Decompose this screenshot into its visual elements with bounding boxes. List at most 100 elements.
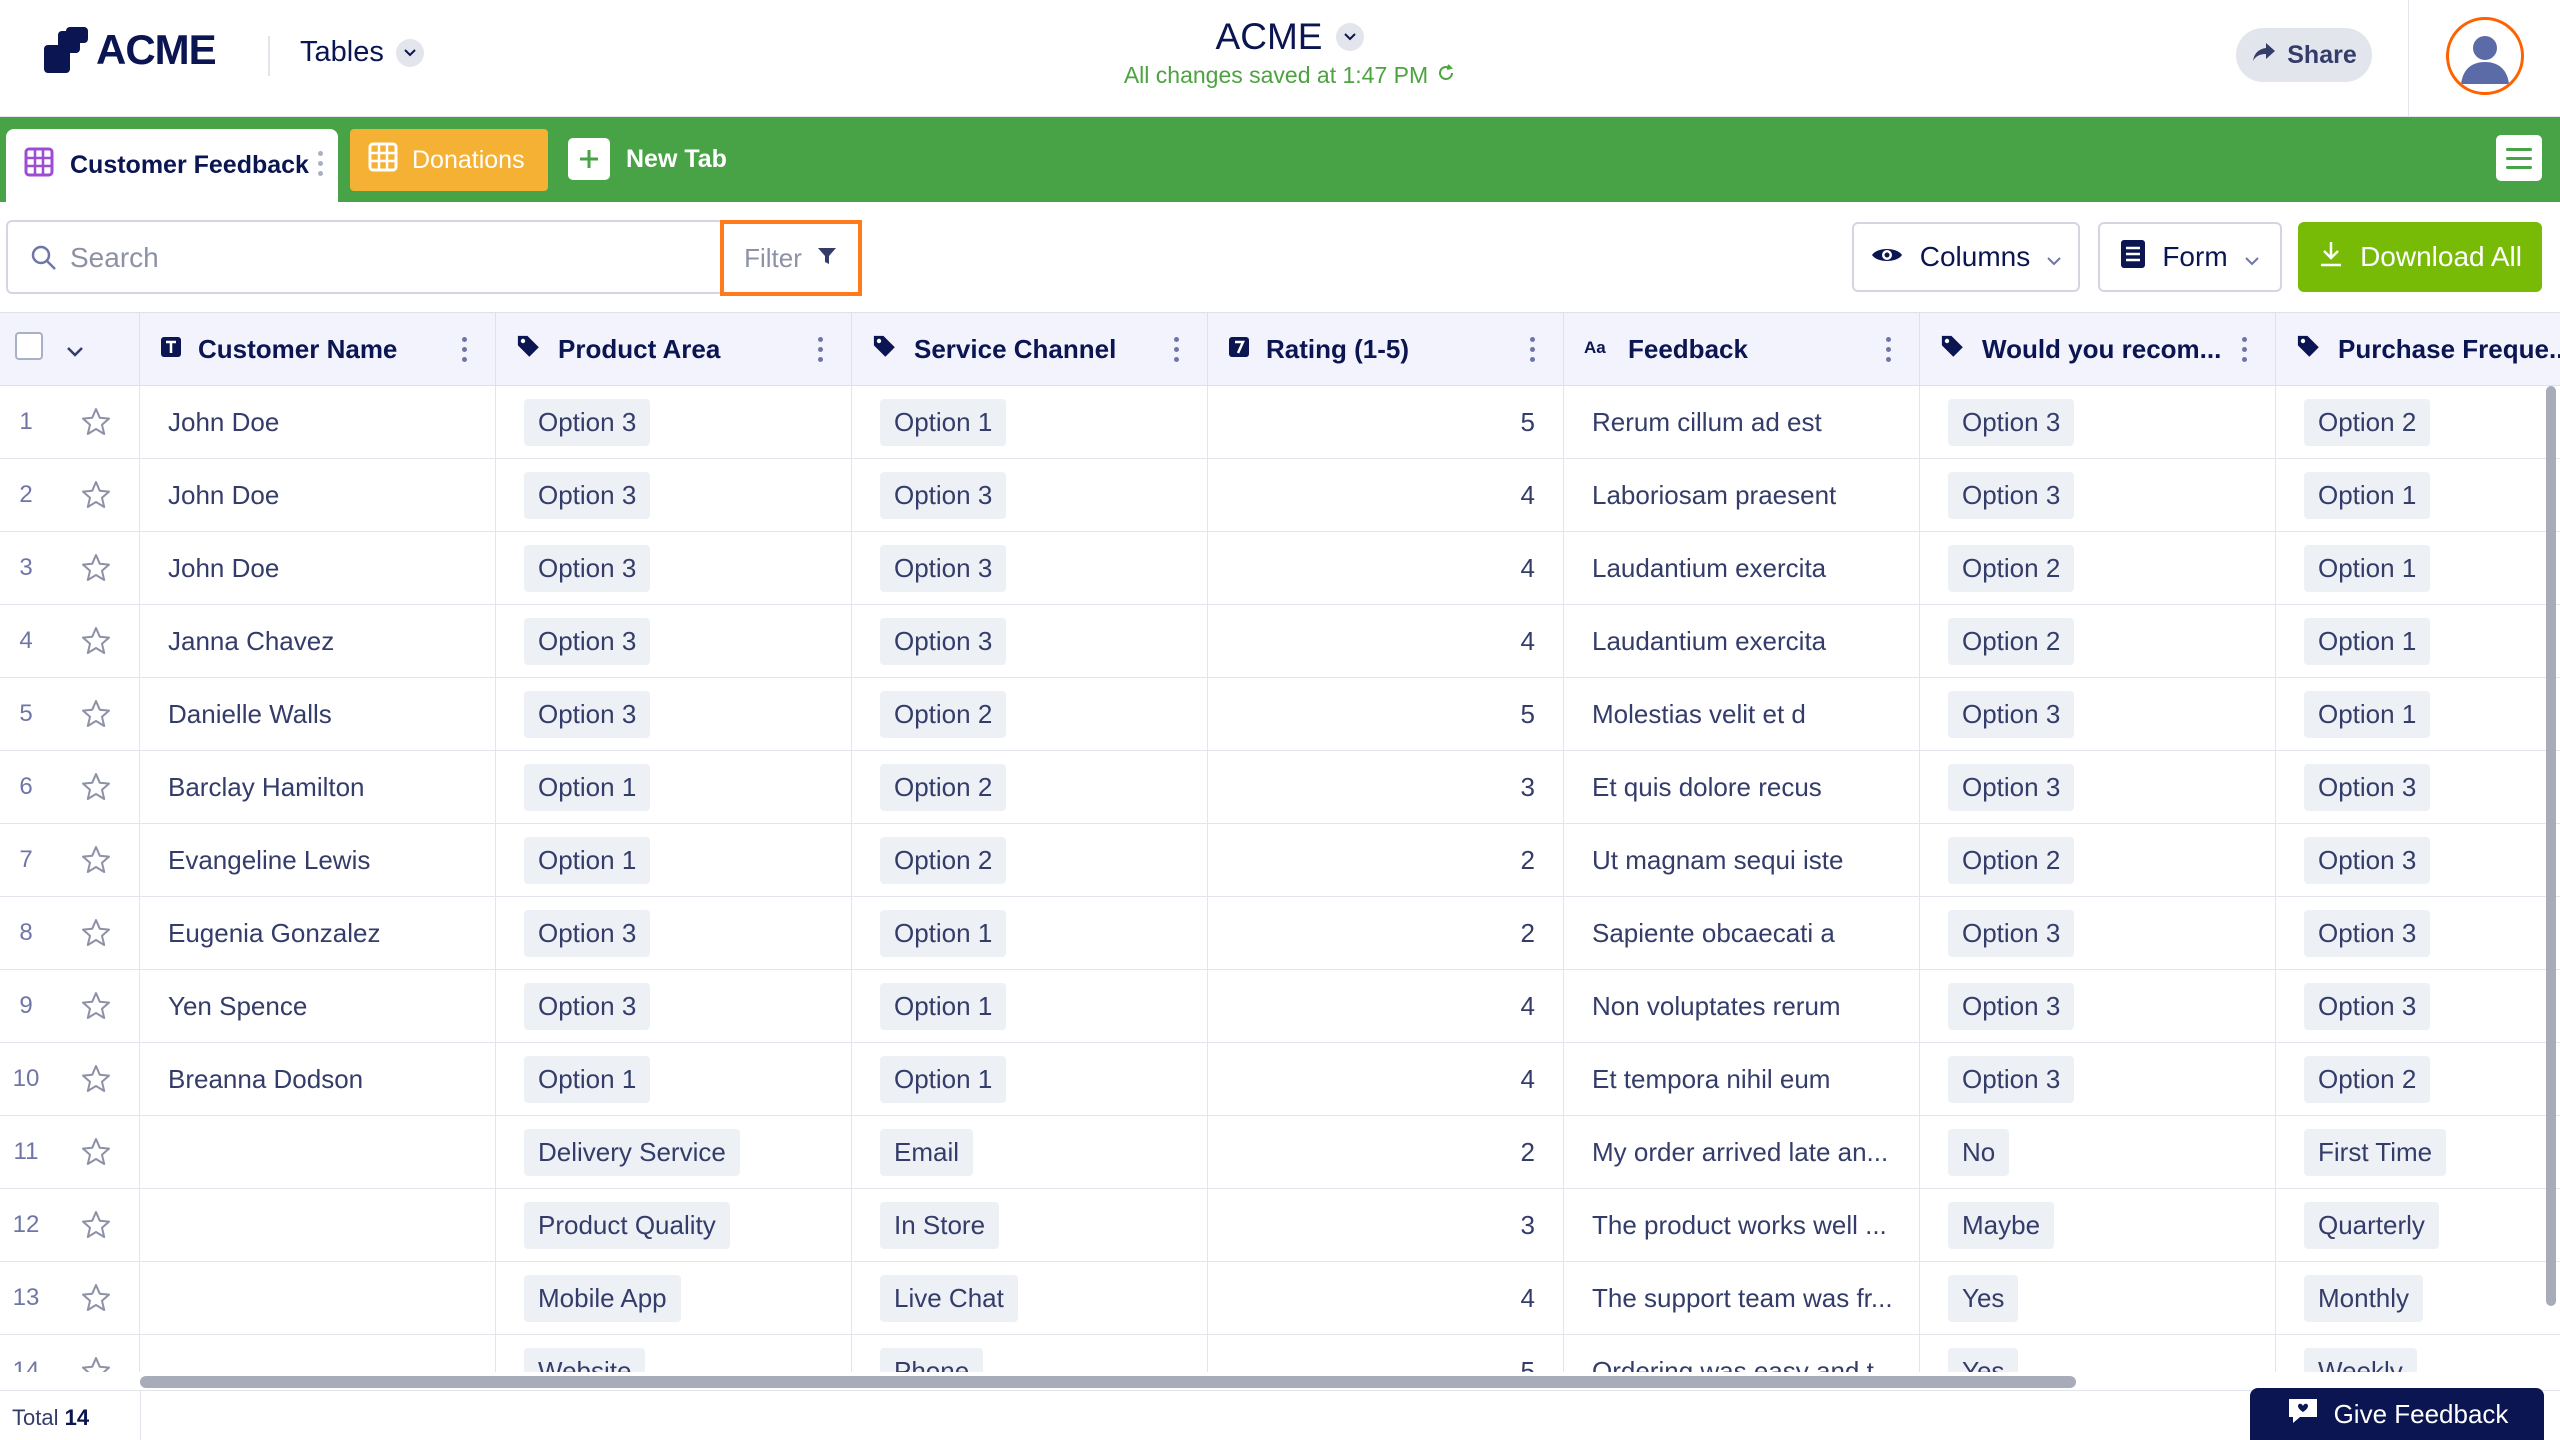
- column-header[interactable]: Would you recom...: [1920, 313, 2276, 385]
- new-tab-button[interactable]: New Tab: [568, 137, 727, 181]
- cell-name[interactable]: [140, 1335, 496, 1372]
- cell-area[interactable]: Mobile App: [496, 1262, 852, 1334]
- cell-recommend[interactable]: Option 3: [1920, 386, 2276, 458]
- table-row[interactable]: 3 John Doe Option 3 Option 3 4 Laudantium exe…: [0, 532, 2560, 605]
- cell-frequency[interactable]: First Time: [2276, 1116, 2560, 1188]
- columns-button[interactable]: Columns: [1852, 222, 2080, 292]
- cell-area[interactable]: Option 1: [496, 824, 852, 896]
- table-row[interactable]: 10 Breanna Dodson Option 1 Option 1 4 Et temp…: [0, 1043, 2560, 1116]
- horizontal-scrollbar[interactable]: [140, 1376, 2076, 1388]
- cell-rating[interactable]: 4: [1208, 970, 1564, 1042]
- cell-rating[interactable]: 3: [1208, 751, 1564, 823]
- chevron-down-icon[interactable]: [66, 334, 84, 365]
- cell-recommend[interactable]: Option 3: [1920, 897, 2276, 969]
- cell-feedback[interactable]: My order arrived late an...: [1564, 1116, 1920, 1188]
- table-row[interactable]: 9 Yen Spence Option 3 Option 1 4 Non voluptat…: [0, 970, 2560, 1043]
- table-row[interactable]: 12 Product Quality In Store 3 The product wo…: [0, 1189, 2560, 1262]
- cell-channel[interactable]: Email: [852, 1116, 1208, 1188]
- star-icon[interactable]: [52, 605, 140, 677]
- cell-feedback[interactable]: Non voluptates rerum: [1564, 970, 1920, 1042]
- cell-frequency[interactable]: Option 3: [2276, 751, 2560, 823]
- cell-frequency[interactable]: Option 1: [2276, 678, 2560, 750]
- table-row[interactable]: 7 Evangeline Lewis Option 1 Option 2 2 Ut mag…: [0, 824, 2560, 897]
- cell-channel[interactable]: In Store: [852, 1189, 1208, 1261]
- cell-channel[interactable]: Option 1: [852, 897, 1208, 969]
- cell-feedback[interactable]: Laudantium exercita: [1564, 532, 1920, 604]
- table-row[interactable]: 2 John Doe Option 3 Option 3 4 Laboriosam pra…: [0, 459, 2560, 532]
- cell-rating[interactable]: 4: [1208, 532, 1564, 604]
- cell-area[interactable]: Option 1: [496, 1043, 852, 1115]
- give-feedback-button[interactable]: Give Feedback: [2250, 1388, 2544, 1440]
- star-icon[interactable]: [52, 459, 140, 531]
- cell-feedback[interactable]: The support team was fr...: [1564, 1262, 1920, 1334]
- cell-channel[interactable]: Phone: [852, 1335, 1208, 1372]
- star-icon[interactable]: [52, 678, 140, 750]
- cell-channel[interactable]: Option 1: [852, 386, 1208, 458]
- cell-name[interactable]: Barclay Hamilton: [140, 751, 496, 823]
- cell-area[interactable]: Option 3: [496, 386, 852, 458]
- cell-area[interactable]: Option 3: [496, 459, 852, 531]
- cell-name[interactable]: [140, 1262, 496, 1334]
- cell-feedback[interactable]: Rerum cillum ad est: [1564, 386, 1920, 458]
- cell-channel[interactable]: Option 1: [852, 1043, 1208, 1115]
- cell-name[interactable]: John Doe: [140, 459, 496, 531]
- cell-name[interactable]: Yen Spence: [140, 970, 496, 1042]
- cell-channel[interactable]: Option 2: [852, 751, 1208, 823]
- cell-name[interactable]: John Doe: [140, 532, 496, 604]
- cell-channel[interactable]: Option 3: [852, 605, 1208, 677]
- cell-feedback[interactable]: Ut magnam sequi iste: [1564, 824, 1920, 896]
- search-input[interactable]: [70, 236, 710, 280]
- column-header[interactable]: Customer Name: [140, 313, 496, 385]
- cell-channel[interactable]: Live Chat: [852, 1262, 1208, 1334]
- star-icon[interactable]: [52, 970, 140, 1042]
- cell-area[interactable]: Option 3: [496, 678, 852, 750]
- cell-recommend[interactable]: Option 2: [1920, 532, 2276, 604]
- cell-name[interactable]: Janna Chavez: [140, 605, 496, 677]
- cell-area[interactable]: Delivery Service: [496, 1116, 852, 1188]
- table-row[interactable]: 1 John Doe Option 3 Option 1 5 Rerum cillum a…: [0, 386, 2560, 459]
- star-icon[interactable]: [52, 824, 140, 896]
- cell-recommend[interactable]: Maybe: [1920, 1189, 2276, 1261]
- cell-recommend[interactable]: Option 2: [1920, 605, 2276, 677]
- cell-name[interactable]: Breanna Dodson: [140, 1043, 496, 1115]
- cell-frequency[interactable]: Option 2: [2276, 386, 2560, 458]
- select-all-checkbox[interactable]: [14, 331, 44, 368]
- cell-frequency[interactable]: Option 3: [2276, 970, 2560, 1042]
- table-row[interactable]: 13 Mobile App Live Chat 4 The support team w…: [0, 1262, 2560, 1335]
- cell-frequency[interactable]: Option 2: [2276, 1043, 2560, 1115]
- cell-feedback[interactable]: Molestias velit et d: [1564, 678, 1920, 750]
- table-row[interactable]: 8 Eugenia Gonzalez Option 3 Option 1 2 Sapien…: [0, 897, 2560, 970]
- cell-frequency[interactable]: Quarterly: [2276, 1189, 2560, 1261]
- star-icon[interactable]: [52, 1189, 140, 1261]
- cell-frequency[interactable]: Monthly: [2276, 1262, 2560, 1334]
- cell-area[interactable]: Website: [496, 1335, 852, 1372]
- table-row[interactable]: 4 Janna Chavez Option 3 Option 3 4 Laudantium…: [0, 605, 2560, 678]
- cell-recommend[interactable]: Option 2: [1920, 824, 2276, 896]
- cell-area[interactable]: Option 1: [496, 751, 852, 823]
- cell-rating[interactable]: 2: [1208, 1116, 1564, 1188]
- cell-area[interactable]: Product Quality: [496, 1189, 852, 1261]
- cell-name[interactable]: Eugenia Gonzalez: [140, 897, 496, 969]
- cell-name[interactable]: [140, 1189, 496, 1261]
- column-header[interactable]: Product Area: [496, 313, 852, 385]
- cell-name[interactable]: [140, 1116, 496, 1188]
- column-options-icon[interactable]: [1886, 337, 1891, 362]
- cell-rating[interactable]: 4: [1208, 605, 1564, 677]
- cell-name[interactable]: Danielle Walls: [140, 678, 496, 750]
- cell-name[interactable]: Evangeline Lewis: [140, 824, 496, 896]
- star-icon[interactable]: [52, 1043, 140, 1115]
- tab-options-icon[interactable]: [318, 151, 324, 176]
- cell-channel[interactable]: Option 2: [852, 824, 1208, 896]
- column-options-icon[interactable]: [818, 337, 823, 362]
- cell-feedback[interactable]: Ordering was easy and t...: [1564, 1335, 1920, 1372]
- column-header[interactable]: Aa Feedback: [1564, 313, 1920, 385]
- cell-frequency[interactable]: Option 1: [2276, 532, 2560, 604]
- cell-frequency[interactable]: Option 1: [2276, 605, 2560, 677]
- form-button[interactable]: Form: [2098, 222, 2282, 292]
- cell-recommend[interactable]: Option 3: [1920, 751, 2276, 823]
- tab-customer-feedback[interactable]: Customer Feedback: [6, 129, 338, 202]
- cell-recommend[interactable]: Option 3: [1920, 678, 2276, 750]
- cell-frequency[interactable]: Option 3: [2276, 824, 2560, 896]
- cell-rating[interactable]: 5: [1208, 386, 1564, 458]
- column-header[interactable]: Rating (1-5): [1208, 313, 1564, 385]
